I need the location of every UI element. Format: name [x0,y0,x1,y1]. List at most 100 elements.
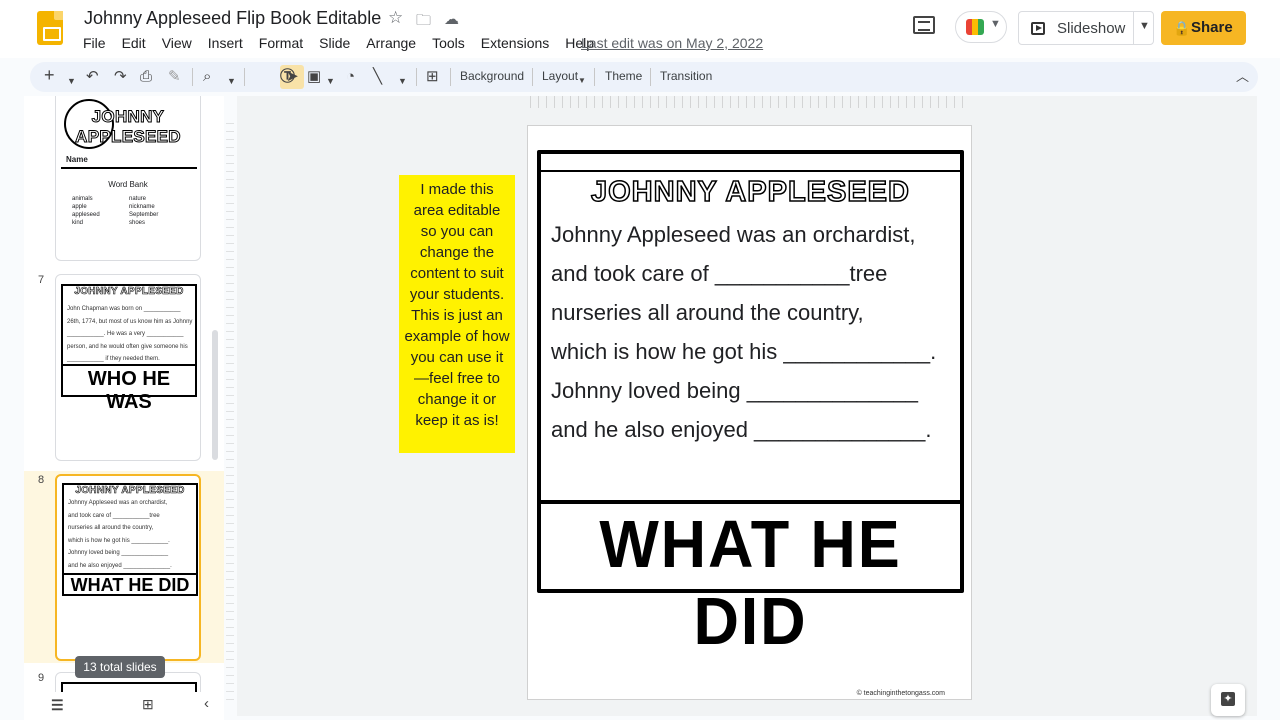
slideshow-button[interactable]: Slideshow ▼ [1018,11,1154,45]
word-bank-left: animals apple appleseed kind [72,195,100,227]
slide-number: 7 [38,274,45,286]
filmstrip-view-icon[interactable]: ☰ [51,697,64,714]
document-title[interactable]: Johnny Appleseed Flip Book Editable [84,8,381,29]
credit-text: © teachinginthetongass.com [856,690,945,697]
slide-text-line[interactable]: nurseries all around the country, [551,300,864,326]
slide-title[interactable]: JOHNNY APPLESEED [541,175,960,209]
slides-logo-icon[interactable] [37,11,63,45]
slide-text-line[interactable]: Johnny loved being ______________ [551,378,918,404]
grid-view-icon[interactable]: ⊞ [142,696,154,713]
menu-arrange[interactable]: Arrange [366,35,416,51]
cloud-status-icon[interactable]: ☁ [444,10,459,28]
slide-number: 8 [38,474,45,486]
image-icon[interactable]: ▣ [307,68,321,86]
divider [650,68,651,86]
lock-icon: 🔒 [1173,20,1191,36]
layout-chevron-icon[interactable]: ▼ [578,72,586,90]
slide-heading[interactable]: WHAT HE DID [554,506,948,660]
explore-button[interactable]: ✦ [1211,684,1245,716]
share-button[interactable]: 🔒 Share [1161,11,1246,45]
slide-thumbnail-6[interactable]: JOHNNY APPLESEED Name Word Bank animals … [55,96,201,261]
add-comment-icon[interactable]: ⊞ [426,68,439,86]
word-bank-right: nature nickname September shoes [129,195,158,227]
slide-number: 9 [38,672,45,684]
slide-thumbnail-7[interactable]: JOHNNY APPLESEED John Chapman was born o… [55,274,201,461]
shape-icon[interactable]: ◔ [346,68,355,86]
thumb-line: person, and he would often give someone … [67,343,188,350]
thumb-line: 26th, 1774, but most of us know him as J… [67,318,193,325]
thumb-frame: JOHNNY APPLESEED John Chapman was born o… [61,284,197,413]
toolbar: + ▼ ↶ ↷ ⎙ ✎ ⌕ ▼ ➤ Ⓣ ▣ ▼ ◔ ╲ ▼ ⊞ Backgrou… [30,62,1258,92]
star-icon[interactable]: ☆ [388,8,403,28]
undo-icon[interactable]: ↶ [86,68,99,86]
slideshow-options-chevron-icon[interactable]: ▼ [1139,20,1150,32]
zoom-chevron-icon[interactable]: ▼ [227,72,236,90]
print-icon[interactable]: ⎙ [140,68,152,86]
play-icon [1031,22,1045,35]
line-chevron-icon[interactable]: ▼ [398,72,407,90]
background-button[interactable]: Background [460,69,524,83]
collapse-toolbar-icon[interactable]: ︿ [1236,68,1249,86]
transition-button[interactable]: Transition [660,69,712,83]
divider [244,68,245,86]
slide-thumbnail-8[interactable]: JOHNNY APPLESEED Johnny Appleseed was an… [55,474,201,661]
divider [416,68,417,86]
sticky-note[interactable]: I made this area editable so you can cha… [399,175,515,453]
slide-text-line[interactable]: which is how he got his ____________. [551,339,936,365]
image-chevron-icon[interactable]: ▼ [326,72,335,90]
menu-view[interactable]: View [162,35,192,51]
slide-text-line[interactable]: and he also enjoyed ______________. [551,417,931,443]
word: nature [129,196,147,202]
paint-format-icon[interactable]: ✎ [168,68,181,86]
menu-slide[interactable]: Slide [319,35,350,51]
thumb-line: and took care of ___________tree [68,512,160,519]
divider [541,500,960,504]
name-label: Name [66,155,88,164]
thumb-text: Johnny Appleseed was an orchardist, and … [68,497,172,572]
horizontal-ruler[interactable] [530,96,970,108]
meet-button[interactable]: ▼ [955,11,1007,43]
redo-icon[interactable]: ↷ [114,68,127,86]
word: appleseed [72,212,100,218]
word: nickname [129,204,155,210]
menu-bar: File Edit View Insert Format Slide Arran… [83,35,610,51]
explore-icon: ✦ [1221,692,1235,706]
slide-text-line[interactable]: and took care of ___________tree [551,261,887,287]
last-edit-link[interactable]: Last edit was on May 2, 2022 [581,35,763,51]
divider [192,68,193,86]
new-slide-icon[interactable]: + [44,66,55,84]
collapse-panel-icon[interactable]: ‹ [204,695,209,712]
zoom-icon[interactable]: ⌕ [203,68,211,86]
word: shoes [129,220,146,226]
thumb-title: JOHNNY APPLESEED [75,485,185,497]
word: apple [72,204,87,210]
new-slide-chevron-icon[interactable]: ▼ [67,72,76,90]
menu-file[interactable]: File [83,35,106,51]
slide-filmstrip: JOHNNY APPLESEED Name Word Bank animals … [24,96,224,692]
theme-button[interactable]: Theme [605,69,642,83]
menu-tools[interactable]: Tools [432,35,465,51]
word: kind [72,220,84,226]
filmstrip-scrollbar[interactable] [212,330,218,460]
thumb-title: JOHNNY APPLESEED [74,286,184,298]
vertical-ruler[interactable] [226,120,234,700]
header-bar: Johnny Appleseed Flip Book Editable ☆ 🗀 … [0,0,1280,58]
slide-text-line[interactable]: Johnny Appleseed was an orchardist, [551,222,915,248]
thumb-frame [61,682,197,692]
layout-button[interactable]: Layout [542,69,578,83]
menu-extensions[interactable]: Extensions [481,35,549,51]
line-icon[interactable]: ╲ [373,68,382,86]
menu-format[interactable]: Format [259,35,303,51]
move-folder-icon[interactable]: 🗀 [416,10,431,35]
menu-edit[interactable]: Edit [122,35,146,51]
text-box-icon[interactable]: Ⓣ [280,68,295,86]
flip-page-frame: JOHNNY APPLESEED Johnny Appleseed was an… [537,150,964,659]
share-label: Share [1191,19,1233,36]
menu-insert[interactable]: Insert [208,35,243,51]
thumb-line: and he also enjoyed ______________. [68,562,172,569]
word: September [129,212,159,218]
comments-icon[interactable] [913,16,935,34]
slide-page[interactable]: JOHNNY APPLESEED Johnny Appleseed was an… [527,125,972,700]
divider [532,68,533,86]
thumb-line: John Chapman was born on ___________ [67,306,181,312]
